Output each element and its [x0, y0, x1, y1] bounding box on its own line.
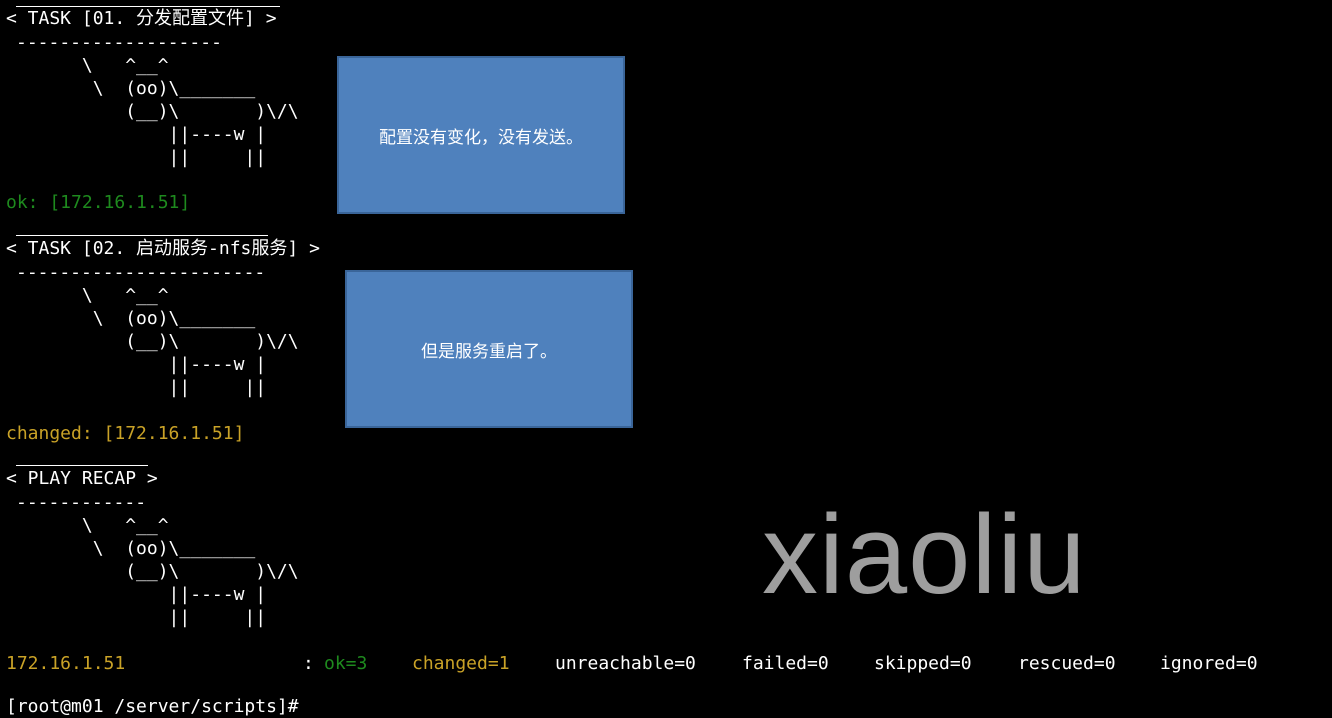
- recap-stats-line: 172.16.1.51 : ok=3 changed=1 unreachable…: [0, 652, 1332, 675]
- cowsay-ascii-art: \ ^__^ \ (oo)\_______ (__)\ )\/\ ||----w…: [81, 55, 299, 168]
- cowsay-ascii-art: \ ^__^ \ (oo)\_______ (__)\ )\/\ ||----w…: [81, 285, 299, 398]
- recap-rescued-count: rescued=0: [1018, 653, 1116, 674]
- shell-prompt[interactable]: [root@m01 /server/scripts]#: [6, 695, 299, 718]
- annotation-callout: 但是服务重启了。: [345, 270, 633, 428]
- annotation-callout: 配置没有变化，没有发送。: [337, 56, 625, 214]
- recap-skipped-count: skipped=0: [874, 653, 972, 674]
- recap-colon: :: [303, 653, 314, 674]
- annotation-text: 配置没有变化，没有发送。: [379, 127, 583, 148]
- speech-bubble-top-border: [16, 465, 148, 466]
- recap-unreachable-count: unreachable=0: [555, 653, 696, 674]
- recap-host: 172.16.1.51: [6, 653, 126, 674]
- speech-bubble-bottom-border: ------------: [16, 492, 147, 513]
- recap-header: < PLAY RECAP >: [6, 468, 158, 489]
- task-result-ok: ok: [172.16.1.51]: [6, 192, 191, 213]
- speech-bubble-top-border: [16, 235, 268, 236]
- speech-bubble-bottom-border: -----------------------: [16, 262, 266, 283]
- recap-failed-count: failed=0: [742, 653, 829, 674]
- cowsay-ascii-art: \ ^__^ \ (oo)\_______ (__)\ )\/\ ||----w…: [81, 515, 299, 628]
- task-result-changed: changed: [172.16.1.51]: [6, 423, 245, 444]
- task-header: < TASK [02. 启动服务-nfs服务] >: [6, 238, 320, 259]
- watermark-text: xiaoliu: [762, 492, 1087, 617]
- terminal-window[interactable]: < TASK [01. 分发配置文件] > ------------------…: [0, 0, 1332, 717]
- recap-ok-count: ok=3: [324, 653, 368, 674]
- recap-ignored-count: ignored=0: [1160, 653, 1258, 674]
- speech-bubble-bottom-border: -------------------: [16, 32, 222, 53]
- task-header: < TASK [01. 分发配置文件] >: [6, 8, 277, 29]
- annotation-text: 但是服务重启了。: [421, 341, 557, 362]
- recap-changed-count: changed=1: [412, 653, 510, 674]
